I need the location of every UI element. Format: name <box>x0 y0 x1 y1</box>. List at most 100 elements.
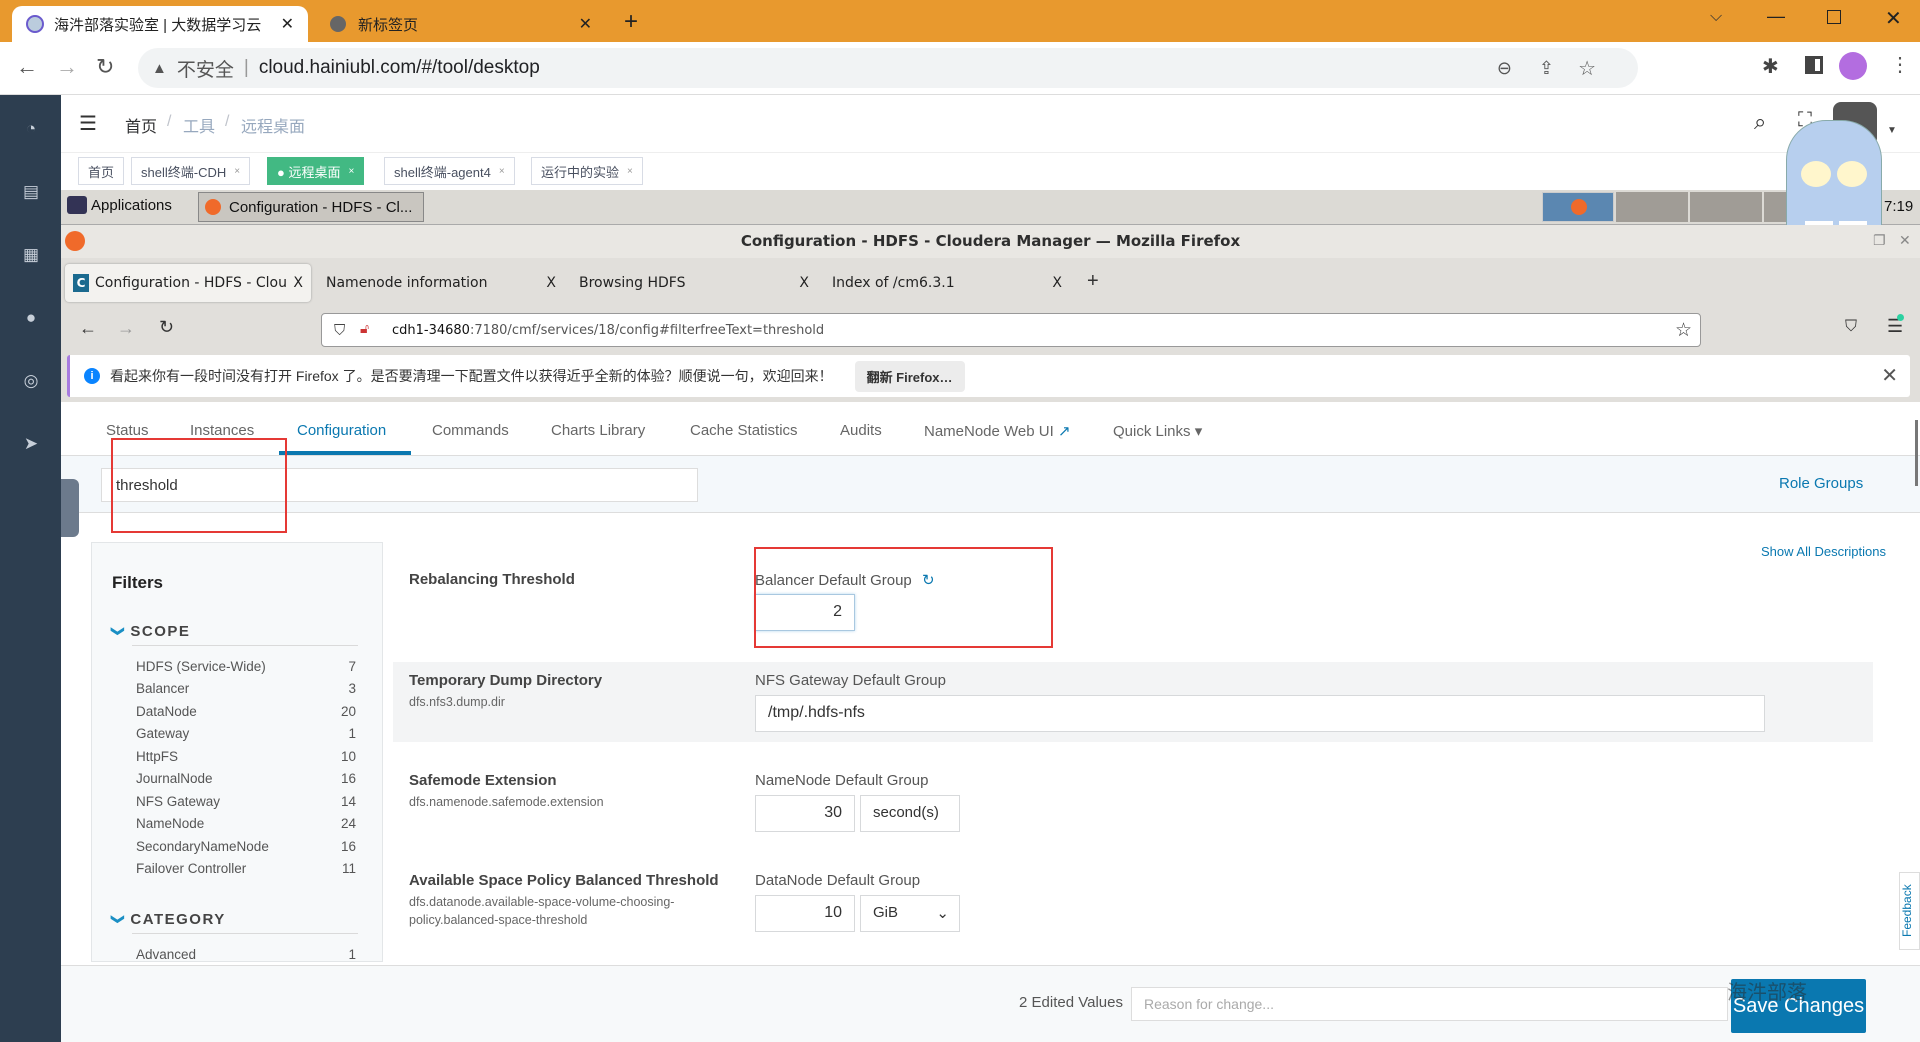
feedback-tab[interactable]: Feedback <box>1899 872 1920 950</box>
forward-icon[interactable]: → <box>56 54 78 80</box>
close-tab-icon[interactable]: ✕ <box>579 14 592 34</box>
back-icon[interactable]: ← <box>16 54 38 80</box>
globe-icon[interactable]: ● <box>19 306 43 330</box>
close-tag-icon[interactable]: × <box>627 166 633 177</box>
quick-links-dropdown[interactable]: Quick Links ▾ <box>1113 422 1202 440</box>
chrome-menu-icon[interactable]: ⋮ <box>1890 52 1910 77</box>
side-panel-icon[interactable] <box>1805 56 1823 74</box>
firefox-url-bar[interactable]: ⛉ 🔓︎ cdh1-34680 :7180/cmf/services/18/co… <box>321 313 1701 347</box>
extensions-icon[interactable]: ✱ <box>1762 54 1779 79</box>
document-icon[interactable]: ▤ <box>19 180 43 204</box>
tab-audits[interactable]: Audits <box>840 422 882 439</box>
side-drawer-handle[interactable] <box>61 479 79 537</box>
reload-icon[interactable]: ↻ <box>96 54 114 80</box>
window-restore-icon[interactable]: ❐ <box>1873 225 1886 258</box>
dump-directory-input[interactable]: /tmp/.hdfs-nfs <box>755 695 1765 732</box>
chevron-down-icon: ❯ <box>111 625 127 639</box>
safemode-extension-input[interactable]: 30 <box>755 795 855 832</box>
scope-filter-item[interactable]: NFS Gateway 14 <box>136 794 356 809</box>
tab-instances[interactable]: Instances <box>190 422 254 439</box>
pocket-icon[interactable]: ⛉ <box>1845 318 1857 336</box>
minimize-icon[interactable]: — <box>1767 6 1785 27</box>
tag-shell-agent4[interactable]: shell终端-agent4 × <box>384 157 515 185</box>
applications-menu[interactable]: Applications <box>67 196 172 214</box>
tab-configuration[interactable]: Configuration <box>297 422 386 439</box>
window-close-icon[interactable]: ✕ <box>1899 225 1911 258</box>
tab-status[interactable]: Status <box>106 422 149 439</box>
scope-filter-item[interactable]: SecondaryNameNode 16 <box>136 839 356 854</box>
close-tab-icon[interactable]: X <box>1052 275 1062 291</box>
taskbar-window-button[interactable]: Configuration - HDFS - Cl... <box>198 192 424 222</box>
lifebuoy-icon[interactable]: ◎ <box>19 369 43 393</box>
dashboard-icon[interactable]: ◔ <box>19 117 43 141</box>
firefox-tab[interactable]: Namenode information X <box>318 264 564 302</box>
menu-toggle-icon[interactable]: ☰ <box>79 111 97 136</box>
zoom-icon[interactable]: ⊖ <box>1497 58 1512 79</box>
bookmark-star-icon[interactable]: ☆ <box>1578 56 1596 81</box>
firefox-tab[interactable]: Index of /cm6.3.1 X <box>824 264 1070 302</box>
workspace-3[interactable] <box>1690 192 1762 222</box>
scope-filter-item[interactable]: Balancer 3 <box>136 681 356 696</box>
tab-label: NameNode Web UI <box>924 423 1054 440</box>
tag-shell-cdh[interactable]: shell终端-CDH × <box>131 157 251 185</box>
ff-forward-icon[interactable]: → <box>117 318 135 339</box>
firefox-tab-active[interactable]: C Configuration - HDFS - Clou X <box>65 264 311 302</box>
scope-filter-item[interactable]: NameNode 24 <box>136 816 356 831</box>
close-tag-icon[interactable]: × <box>499 166 505 177</box>
avatar-dropdown-icon[interactable]: ▼ <box>1887 125 1897 136</box>
page-scrollbar[interactable] <box>1915 420 1918 486</box>
category-filter-item[interactable]: Advanced 1 <box>136 947 356 962</box>
close-tab-icon[interactable]: X <box>546 275 556 291</box>
balanced-threshold-input[interactable]: 10 <box>755 895 855 932</box>
share-icon[interactable]: ⇪ <box>1539 58 1554 79</box>
search-icon[interactable]: ⌕ <box>1754 109 1766 135</box>
scope-filter-item[interactable]: HttpFS 10 <box>136 749 356 764</box>
tag-remote-desktop[interactable]: ● 远程桌面 × <box>267 157 365 185</box>
scope-filter-item[interactable]: HDFS (Service-Wide) 7 <box>136 659 356 674</box>
profile-avatar[interactable] <box>1839 52 1867 80</box>
scope-filter-item[interactable]: Gateway 1 <box>136 726 356 741</box>
tab-commands[interactable]: Commands <box>432 422 509 439</box>
tab-cache-statistics[interactable]: Cache Statistics <box>690 422 798 439</box>
ff-reload-icon[interactable]: ↻ <box>159 317 174 338</box>
close-tab-icon[interactable]: X <box>799 275 809 291</box>
tab-namenode-web-ui[interactable]: NameNode Web UI ↗ <box>924 422 1071 440</box>
close-tag-icon[interactable]: × <box>234 166 240 177</box>
restore-icon[interactable] <box>1827 10 1841 24</box>
tag-running-labs[interactable]: 运行中的实验 × <box>531 157 643 185</box>
ff-bookmark-star-icon[interactable]: ☆ <box>1675 319 1692 341</box>
role-groups-link[interactable]: Role Groups <box>1779 475 1863 492</box>
insecure-lock-icon[interactable]: 🔓︎ <box>360 321 369 337</box>
close-window-icon[interactable]: ✕ <box>1885 6 1902 31</box>
scope-filter-item[interactable]: Failover Controller 11 <box>136 861 356 876</box>
scope-section-toggle[interactable]: ❯ SCOPE <box>111 623 190 640</box>
breadcrumb-tools[interactable]: 工具 <box>183 113 215 137</box>
new-tab-button[interactable]: + <box>624 8 638 36</box>
grid-icon[interactable]: ▦ <box>19 243 43 267</box>
address-bar[interactable]: ▲ 不安全 | cloud.hainiubl.com/#/tool/deskto… <box>138 48 1638 88</box>
firefox-new-tab-button[interactable]: + <box>1087 270 1099 293</box>
tab-charts-library[interactable]: Charts Library <box>551 422 645 439</box>
firefox-tab[interactable]: Browsing HDFS X <box>571 264 817 302</box>
scope-filter-item[interactable]: DataNode 20 <box>136 704 356 719</box>
close-tab-icon[interactable]: X <box>293 275 303 291</box>
tag-home[interactable]: 首页 <box>78 157 125 185</box>
browser-tab[interactable]: 新标签页 ✕ <box>316 6 606 42</box>
close-tag-icon[interactable]: × <box>348 166 354 177</box>
workspace-2[interactable] <box>1616 192 1688 222</box>
category-section-toggle[interactable]: ❯ CATEGORY <box>111 911 226 928</box>
tab-search-chevron-icon[interactable]: ⌵ <box>1710 8 1722 26</box>
safemode-unit-select[interactable]: second(s) <box>860 795 960 832</box>
workspace-1[interactable] <box>1542 192 1614 222</box>
ff-back-icon[interactable]: ← <box>79 318 97 339</box>
refresh-firefox-button[interactable]: 翻新 Firefox… <box>854 360 965 392</box>
breadcrumb-home[interactable]: 首页 <box>125 113 157 137</box>
paper-plane-icon[interactable]: ➤ <box>19 432 43 456</box>
shield-icon[interactable]: ⛉ <box>334 321 345 339</box>
browser-tab-active[interactable]: 海汼部落实验室 | 大数据学习云 ✕ <box>12 6 308 42</box>
reason-for-change-input[interactable]: Reason for change... <box>1131 987 1728 1021</box>
balanced-threshold-unit-select[interactable]: GiB ⌄ <box>860 895 960 932</box>
close-notification-icon[interactable]: ✕ <box>1881 363 1898 388</box>
close-tab-icon[interactable]: ✕ <box>281 14 294 34</box>
scope-filter-item[interactable]: JournalNode 16 <box>136 771 356 786</box>
